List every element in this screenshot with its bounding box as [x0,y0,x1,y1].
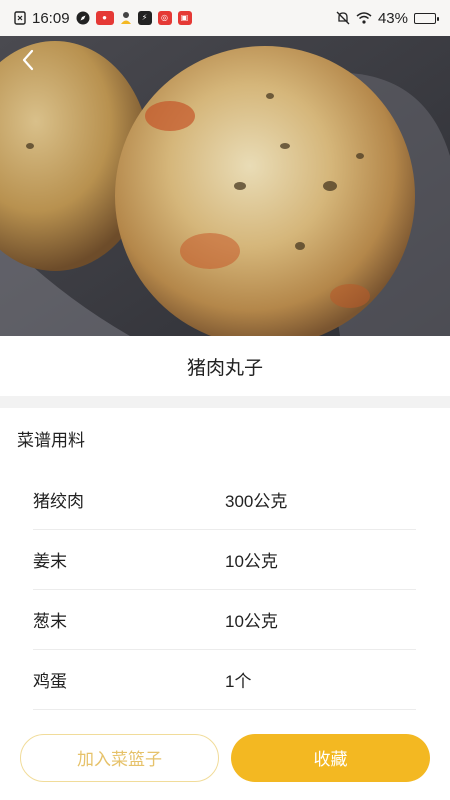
ingredient-row: 猪绞肉 300公克 [33,470,416,530]
app-badge-icon: ● [95,11,114,25]
sim-card-icon [14,11,26,25]
ingredients-heading: 菜谱用料 [17,426,85,454]
person-icon [120,11,132,25]
section-divider [0,396,450,408]
ingredient-qty: 300公克 [225,492,288,511]
status-bar-left: 16:09 ● ⚡ ◎ ▣ [14,10,192,27]
ingredient-row: 葱末 10公克 [33,590,416,650]
wifi-icon [356,12,372,24]
recipe-title: 猪肉丸子 [0,336,450,396]
back-button[interactable] [14,46,42,74]
ingredient-name: 姜末 [33,552,67,571]
ingredient-qty: 10公克 [225,612,278,631]
recipe-hero-image [0,36,450,336]
red-app-icon: ◎ [157,11,172,25]
favorite-button[interactable]: 收藏 [231,733,430,782]
ingredients-heading-text: 菜谱用料 [17,431,85,450]
battery-percent: 43% [377,9,408,27]
chevron-left-icon [22,49,34,71]
add-to-basket-button[interactable]: 加入菜篮子 [20,733,219,782]
battery-icon [414,12,439,24]
status-bar: 16:09 ● ⚡ ◎ ▣ 43% [0,0,450,36]
meatball-photo [0,36,450,336]
mute-icon [336,11,350,25]
flash-app-icon: ⚡ [137,11,152,25]
ingredient-row: 鸡蛋 1个 [33,650,416,710]
ingredient-row: 姜末 10公克 [33,530,416,590]
bottom-action-bar: 加入菜篮子 收藏 [0,715,450,800]
red-app-icon-2: ▣ [177,11,192,25]
status-bar-right: 43% [336,9,439,27]
ingredient-name: 猪绞肉 [33,492,84,511]
ingredients-list: 猪绞肉 300公克 姜末 10公克 葱末 10公克 鸡蛋 1个 [33,470,416,710]
ingredient-qty: 1个 [225,672,252,691]
status-time: 16:09 [32,9,70,27]
ingredient-name: 葱末 [33,612,67,631]
compass-icon [76,11,90,25]
ingredient-qty: 10公克 [225,552,278,571]
ingredient-name: 鸡蛋 [33,672,67,691]
